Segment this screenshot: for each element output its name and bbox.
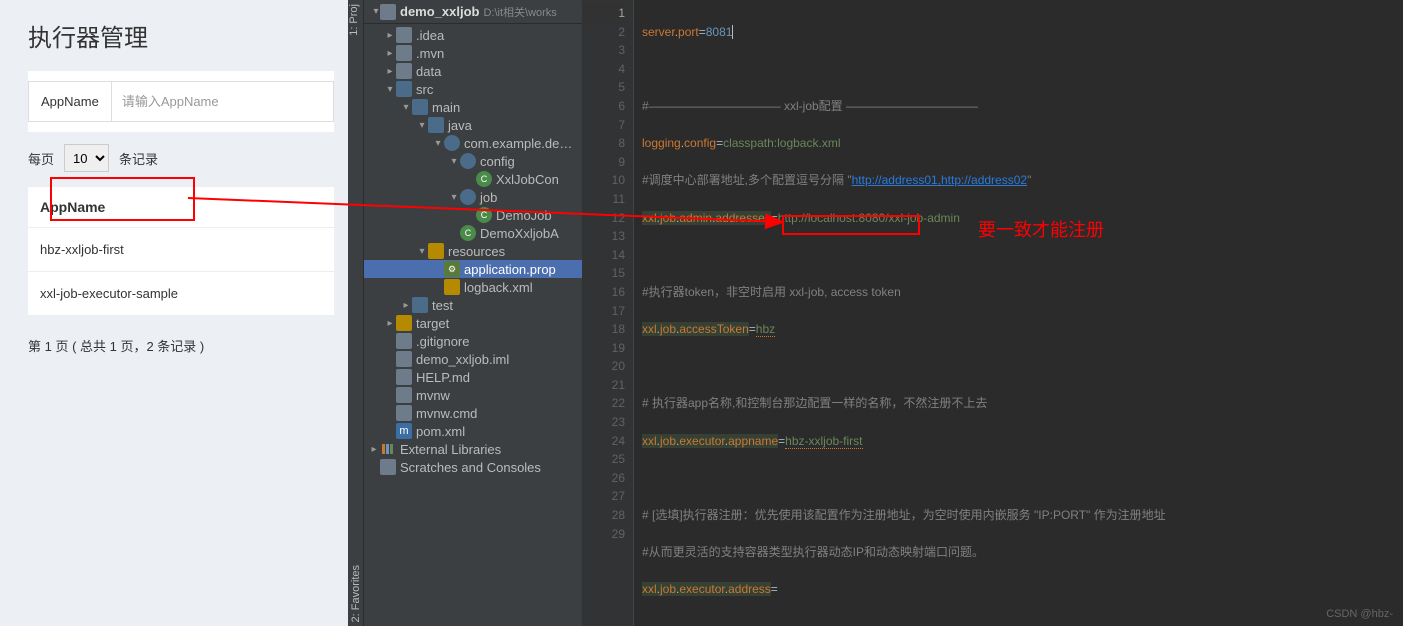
chevron-down-icon: ▾ xyxy=(416,120,428,131)
tree-node-mvnwcmd[interactable]: mvnw.cmd xyxy=(364,404,582,422)
tree-node-resources[interactable]: ▾resources xyxy=(364,242,582,260)
tree-node-target[interactable]: ▸target xyxy=(364,314,582,332)
chevron-right-icon: ▸ xyxy=(384,30,396,41)
tree-node-iml[interactable]: demo_xxljob.iml xyxy=(364,350,582,368)
tree-node-class[interactable]: XxlJobCon xyxy=(364,170,582,188)
folder-icon xyxy=(396,81,412,97)
chevron-right-icon: ▸ xyxy=(384,66,396,77)
chevron-down-icon: ▾ xyxy=(384,84,396,95)
xml-file-icon xyxy=(444,279,460,295)
properties-file-icon xyxy=(444,261,460,277)
search-row: AppName xyxy=(28,71,334,132)
folder-icon xyxy=(412,297,428,313)
file-icon xyxy=(396,387,412,403)
executor-manager-panel: 执行器管理 AppName 每页 10 条记录 AppName hbz-xxlj… xyxy=(0,0,348,626)
annotation-text: 要一致才能注册 xyxy=(978,216,1104,242)
chevron-down-icon: ▾ xyxy=(432,138,444,149)
appname-label: AppName xyxy=(28,81,111,122)
tree-node-gitignore[interactable]: .gitignore xyxy=(364,332,582,350)
page-size-select[interactable]: 10 xyxy=(64,144,109,172)
tree-node-job[interactable]: ▾job xyxy=(364,188,582,206)
tree-node-test[interactable]: ▸test xyxy=(364,296,582,314)
code-editor[interactable]: 1234567891011121314151617181920212223242… xyxy=(582,0,1403,626)
folder-icon xyxy=(396,63,412,79)
folder-icon xyxy=(428,117,444,133)
chevron-right-icon: ▸ xyxy=(400,300,412,311)
tree-node-class[interactable]: DemoXxljobA xyxy=(364,224,582,242)
folder-icon xyxy=(412,99,428,115)
scratch-icon xyxy=(380,459,396,475)
tree-node-main[interactable]: ▾main xyxy=(364,98,582,116)
tree-node-package[interactable]: ▾com.example.de… xyxy=(364,134,582,152)
caret-icon xyxy=(732,25,733,39)
folder-icon xyxy=(396,27,412,43)
table-row[interactable]: hbz-xxljob-first xyxy=(28,228,334,272)
project-root-path: D:\it相关\works xyxy=(483,4,556,20)
tree-node-mvn[interactable]: ▸.mvn xyxy=(364,44,582,62)
class-icon xyxy=(460,225,476,241)
tree-node-logback[interactable]: logback.xml xyxy=(364,278,582,296)
resources-folder-icon xyxy=(428,243,444,259)
class-icon xyxy=(476,171,492,187)
package-icon xyxy=(460,189,476,205)
tree-node-idea[interactable]: ▸.idea xyxy=(364,26,582,44)
chevron-down-icon: ▾ xyxy=(448,156,460,167)
tree-node-help[interactable]: HELP.md xyxy=(364,368,582,386)
folder-icon xyxy=(380,4,396,20)
project-tree-panel: ▾ demo_xxljob D:\it相关\works ▸.idea ▸.mvn… xyxy=(364,0,582,626)
folder-icon xyxy=(396,315,412,331)
chevron-down-icon: ▾ xyxy=(416,246,428,257)
tree-node-appprops[interactable]: application.prop xyxy=(364,260,582,278)
tab-favorites[interactable]: 2: Favorites xyxy=(350,565,362,622)
file-icon xyxy=(396,333,412,349)
tool-window-stripe: 1: Proj 2: Favorites xyxy=(348,0,364,626)
chevron-right-icon: ▸ xyxy=(368,444,380,455)
class-icon xyxy=(476,207,492,223)
tab-project[interactable]: 1: Proj xyxy=(348,4,360,36)
th-appname: AppName xyxy=(28,187,334,228)
watermark: CSDN @hbz- xyxy=(1326,608,1393,620)
chevron-right-icon: ▸ xyxy=(384,318,396,329)
line-gutter: 1234567891011121314151617181920212223242… xyxy=(582,0,634,626)
per-page-pre: 每页 xyxy=(28,149,54,168)
chevron-down-icon: ▾ xyxy=(400,102,412,113)
chevron-down-icon: ▾ xyxy=(448,192,460,203)
chevron-down-icon[interactable]: ▾ xyxy=(368,6,380,17)
file-icon xyxy=(396,351,412,367)
tree-node-mvnw[interactable]: mvnw xyxy=(364,386,582,404)
library-icon xyxy=(380,441,396,457)
tree-node-java[interactable]: ▾java xyxy=(364,116,582,134)
tree-node-class[interactable]: DemoJob xyxy=(364,206,582,224)
tree-node-data[interactable]: ▸data xyxy=(364,62,582,80)
tree-node-pom[interactable]: mpom.xml xyxy=(364,422,582,440)
file-icon xyxy=(396,369,412,385)
table-row[interactable]: xxl-job-executor-sample xyxy=(28,272,334,316)
tree-node-config[interactable]: ▾config xyxy=(364,152,582,170)
package-icon xyxy=(444,135,460,151)
pagination-footer: 第 1 页 ( 总共 1 页，2 条记录 ) xyxy=(0,316,348,355)
chevron-right-icon: ▸ xyxy=(384,48,396,59)
project-tree-header: ▾ demo_xxljob D:\it相关\works xyxy=(364,0,582,24)
tree-node-src[interactable]: ▾src xyxy=(364,80,582,98)
folder-icon xyxy=(396,45,412,61)
page-size-row: 每页 10 条记录 xyxy=(0,132,348,186)
per-page-post: 条记录 xyxy=(119,149,158,168)
tree-node-extlib[interactable]: ▸External Libraries xyxy=(364,440,582,458)
file-icon xyxy=(396,405,412,421)
appname-input[interactable] xyxy=(111,81,334,122)
appname-table: AppName hbz-xxljob-first xxl-job-executo… xyxy=(28,186,334,316)
project-root-name[interactable]: demo_xxljob xyxy=(400,4,479,19)
package-icon xyxy=(460,153,476,169)
panel-title: 执行器管理 xyxy=(0,0,348,71)
maven-icon: m xyxy=(396,423,412,439)
tree-node-scratch[interactable]: Scratches and Consoles xyxy=(364,458,582,476)
code-area[interactable]: server.port=8081 #——————————— xxl-job配置 … xyxy=(634,0,1403,626)
